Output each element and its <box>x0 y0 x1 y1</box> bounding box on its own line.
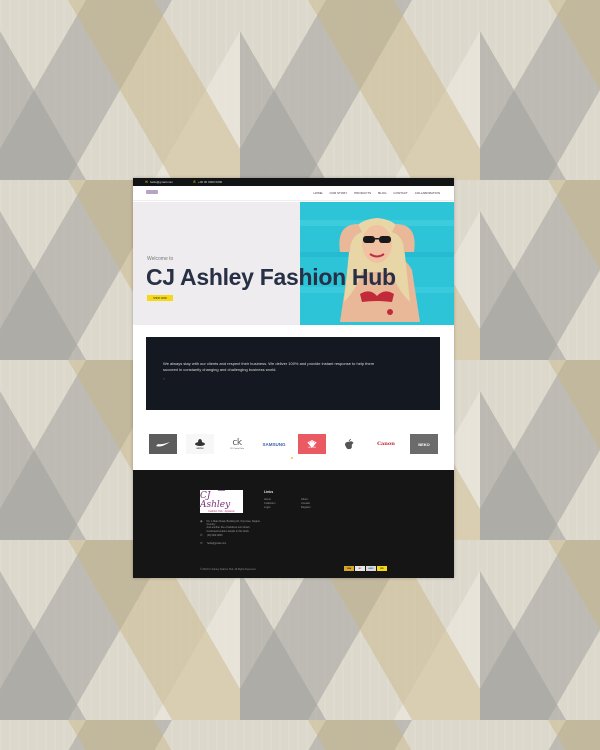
quote-mark: " <box>163 377 165 382</box>
website-mockup: ✉ hello@gmail.com ✆ +00 00 0000 0000 Home … <box>133 178 454 578</box>
brand-logos-row: adidas ck CK Calvin Klein SAMSUNG HUAWEI… <box>133 428 454 460</box>
nav-home[interactable]: Home <box>314 191 323 195</box>
footer-links-col1: Home Collection Login <box>264 498 275 509</box>
site-logo[interactable] <box>146 190 158 194</box>
brand-logo-huawei[interactable]: HUAWEI <box>298 434 326 454</box>
hero-welcome: Welcome to <box>147 256 174 262</box>
phone-icon: ✆ <box>193 180 196 184</box>
about-text: We always stay with our clients and resp… <box>163 361 375 372</box>
mail-icon: ✉ <box>145 180 148 184</box>
payment-mastercard-icon: MC <box>355 566 365 571</box>
brand-logo-ck[interactable]: ck CK Calvin Klein <box>223 434 251 454</box>
navigation-bar: Home Our Story Products Blog Contact Col… <box>133 186 454 201</box>
location-icon: ◉ <box>200 519 203 523</box>
payment-other-icon: PAY <box>377 566 387 571</box>
adidas-trefoil-icon <box>195 438 205 446</box>
topbar-phone[interactable]: ✆ +00 00 0000 0000 <box>193 180 222 184</box>
crown-icon <box>218 490 225 491</box>
brand-logo-apple[interactable] <box>335 434 363 454</box>
brand-logo-canon[interactable]: Canon <box>372 434 400 454</box>
nav-collaboration[interactable]: Collaboration <box>415 191 440 195</box>
mail-icon: ✉ <box>200 541 203 545</box>
brand-logo-adidas[interactable]: adidas <box>186 434 214 454</box>
footer-email[interactable]: ✉ hello@gmail.com <box>200 541 226 545</box>
about-panel: We always stay with our clients and resp… <box>146 337 440 410</box>
top-contact-bar: ✉ hello@gmail.com ✆ +00 00 0000 0000 <box>133 178 454 186</box>
nike-swoosh-icon <box>156 441 170 446</box>
brand-logo-beko[interactable]: BEKO <box>410 434 438 454</box>
nav-menu: Home Our Story Products Blog Contact Col… <box>314 191 441 195</box>
footer-phone[interactable]: ✆ (00) 000 0000 <box>200 533 223 537</box>
huawei-petals-icon <box>307 439 317 447</box>
shop-now-button[interactable]: SHOP NOW <box>147 295 173 301</box>
brand-logo-samsung[interactable]: SAMSUNG <box>260 434 288 454</box>
nav-blog[interactable]: Blog <box>378 191 386 195</box>
phone-icon: ✆ <box>200 533 203 537</box>
nav-products[interactable]: Products <box>354 191 371 195</box>
copyright-text: © 2024 CJ Ashley Fashion Hub. All Rights… <box>200 568 256 571</box>
brand-logo-nike[interactable] <box>149 434 177 454</box>
logo-mark <box>146 190 158 194</box>
payment-visa-icon: VISA <box>344 566 354 571</box>
nav-our-story[interactable]: Our Story <box>330 191 348 195</box>
apple-icon <box>345 438 354 449</box>
footer-link-login[interactable]: Login <box>264 506 275 510</box>
payment-amex-icon: AMEX <box>366 566 376 571</box>
footer-logo[interactable]: CJ Ashley Fashion Hub · Apparels <box>200 490 243 513</box>
ck-letters: ck <box>232 438 242 448</box>
footer-links-heading: Links <box>264 490 274 494</box>
footer-links-col2: About Contact Register <box>301 498 311 509</box>
carousel-indicator[interactable] <box>291 457 293 459</box>
topbar-email[interactable]: ✉ hello@gmail.com <box>145 180 173 184</box>
hero-title: CJ Ashley Fashion Hub <box>146 264 396 290</box>
site-footer: CJ Ashley Fashion Hub · Apparels ◉ No. 1… <box>133 470 454 578</box>
nav-contact[interactable]: Contact <box>393 191 407 195</box>
hero-section: Welcome to CJ Ashley Fashion Hub SHOP NO… <box>133 202 454 325</box>
footer-address: ◉ No. 1 Main Road, Building 02, City Are… <box>200 519 261 533</box>
footer-link-register[interactable]: Register <box>301 506 311 510</box>
